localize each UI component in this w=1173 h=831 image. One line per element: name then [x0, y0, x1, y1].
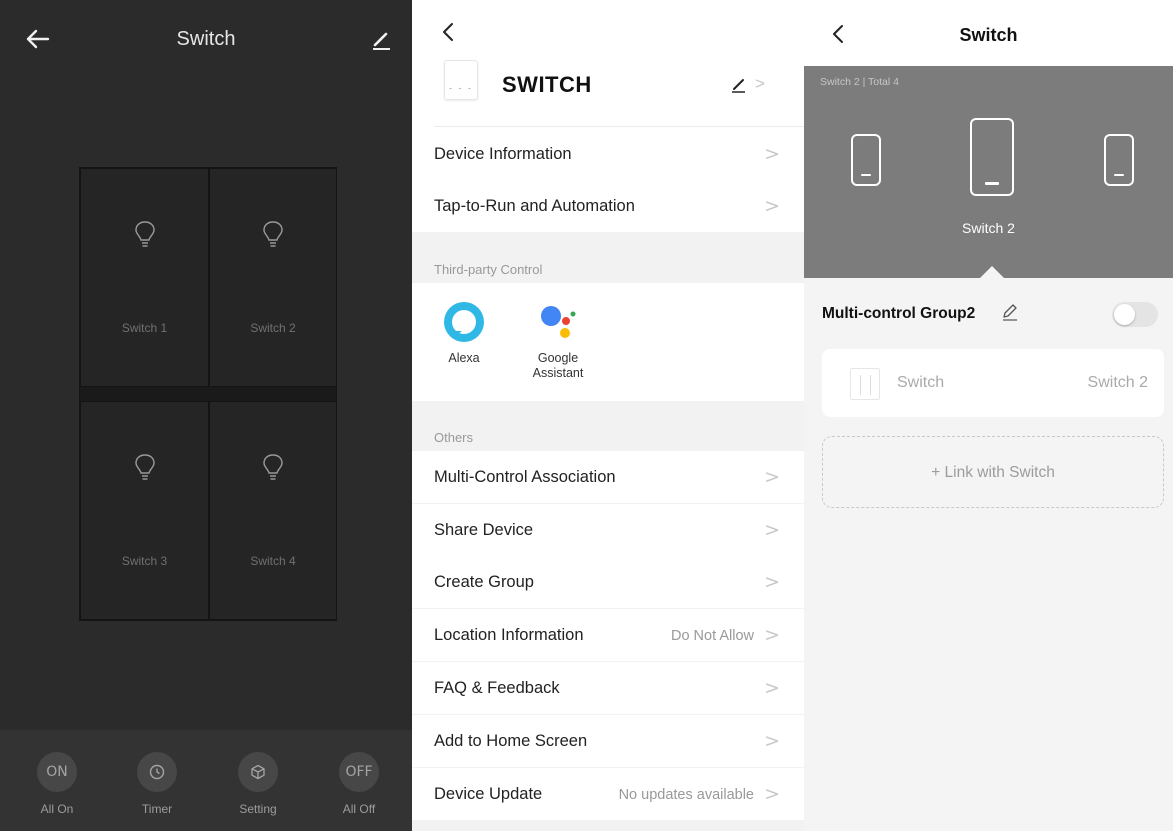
- switch-tile-1[interactable]: Switch 1: [80, 168, 209, 387]
- switch-grid: Switch 1 Switch 2 Switch 3 Switch 4: [79, 167, 337, 621]
- chevron-right-icon: >: [764, 143, 780, 165]
- section-header-third-party: Third-party Control: [434, 262, 543, 277]
- row-label: Multi-Control Association: [434, 468, 616, 486]
- switch-count: Switch 2 | Total 4: [820, 76, 899, 88]
- row-location-information[interactable]: Location Information Do Not Allow >: [412, 609, 804, 661]
- bulb-icon: [263, 221, 283, 247]
- google-label: Google: [537, 351, 579, 365]
- row-label: Share Device: [434, 521, 534, 539]
- row-label: Tap-to-Run and Automation: [434, 197, 635, 215]
- cube-icon: [238, 752, 278, 792]
- switch-label: Switch 3: [121, 554, 168, 568]
- header: Switch: [804, 0, 1173, 66]
- row-add-to-home[interactable]: Add to Home Screen >: [412, 715, 804, 767]
- switch-option-1[interactable]: [851, 134, 881, 186]
- switch-label: Switch 1: [121, 321, 168, 335]
- device-header: - - - SWITCH >: [412, 0, 804, 130]
- row-tap-to-run[interactable]: Tap-to-Run and Automation >: [412, 180, 804, 232]
- on-icon: ON: [37, 752, 77, 792]
- switch-control-screen: Switch Switch 1 Switch 2 Switch 3 Switch…: [0, 0, 412, 831]
- action-label: Timer: [141, 802, 173, 816]
- row-share-device[interactable]: Share Device >: [412, 504, 804, 556]
- pencil-outline-icon[interactable]: [1000, 302, 1020, 322]
- linked-channel: Switch 2: [1087, 374, 1148, 391]
- device-settings-screen: - - - SWITCH > Device Information > Tap-…: [412, 0, 804, 831]
- chevron-right-icon: >: [764, 195, 780, 217]
- switch-tile-3[interactable]: Switch 3: [80, 401, 209, 620]
- bulb-icon: [263, 454, 283, 480]
- link-button-label: + Link with Switch: [931, 464, 1055, 481]
- action-label: All Off: [342, 802, 376, 816]
- group-name: Multi-control Group2: [822, 305, 976, 322]
- switch-tile-2[interactable]: Switch 2: [209, 168, 337, 387]
- bulb-icon: [134, 221, 155, 247]
- row-device-information[interactable]: Device Information >: [412, 128, 804, 180]
- switch-option-2-selected[interactable]: [970, 118, 1014, 196]
- action-label: Setting: [239, 802, 277, 816]
- alexa-label: Alexa: [448, 351, 480, 365]
- section-header-others: Others: [434, 430, 474, 445]
- setting-button[interactable]: Setting: [218, 752, 298, 816]
- header: Switch: [0, 0, 412, 80]
- chevron-right-icon: >: [764, 624, 780, 646]
- row-label: Location Information: [434, 626, 584, 644]
- page-title: Switch: [176, 28, 236, 50]
- switch-option-3[interactable]: [1104, 134, 1134, 186]
- off-icon: OFF: [339, 752, 379, 792]
- row-device-update[interactable]: Device Update No updates available >: [412, 768, 804, 820]
- switch-tile-4[interactable]: Switch 4: [209, 401, 337, 620]
- action-label: All On: [40, 802, 74, 816]
- linked-device-card[interactable]: Switch Switch 2: [822, 349, 1164, 417]
- google-assistant-icon: [541, 306, 576, 338]
- chevron-right-icon: >: [764, 466, 780, 488]
- alexa-icon: [444, 302, 484, 342]
- row-label: Device Update: [434, 785, 543, 803]
- group-toggle[interactable]: [1112, 302, 1158, 327]
- switch-selector-banner: Switch 2 | Total 4 Switch 2: [804, 66, 1173, 278]
- clock-icon: [137, 752, 177, 792]
- selection-caret: [980, 266, 1004, 278]
- chevron-right-icon[interactable]: >: [755, 74, 765, 94]
- chevron-right-icon: >: [764, 730, 780, 752]
- switch-label: Switch 2: [250, 321, 296, 335]
- device-thumbnail: - - -: [444, 60, 478, 100]
- device-name: SWITCH: [502, 72, 592, 97]
- assistant-label: Assistant: [532, 366, 584, 380]
- pencil-icon[interactable]: [366, 24, 396, 54]
- all-on-button[interactable]: ON All On: [17, 752, 97, 816]
- chevron-right-icon: >: [764, 783, 780, 805]
- bottom-action-bar: ON All On Timer Setting OFF All Off: [0, 730, 412, 831]
- row-faq-feedback[interactable]: FAQ & Feedback >: [412, 662, 804, 714]
- google-assistant-button[interactable]: Google Assistant: [526, 301, 590, 381]
- row-value: Do Not Allow: [670, 628, 754, 644]
- row-value: No updates available: [618, 787, 754, 803]
- row-multi-control[interactable]: Multi-Control Association >: [412, 451, 804, 503]
- toggle-knob: [1114, 304, 1135, 325]
- chevron-right-icon: >: [764, 571, 780, 593]
- link-with-switch-button[interactable]: + Link with Switch: [822, 436, 1164, 508]
- row-label: Create Group: [434, 573, 534, 591]
- pencil-icon[interactable]: [730, 76, 748, 94]
- chevron-right-icon: >: [764, 519, 780, 541]
- chevron-left-icon[interactable]: [438, 18, 458, 46]
- divider: [434, 126, 804, 127]
- timer-button[interactable]: Timer: [117, 752, 197, 816]
- bulb-icon: [134, 454, 155, 480]
- device-thumbnail: [850, 368, 880, 400]
- row-create-group[interactable]: Create Group >: [412, 556, 804, 608]
- multi-control-screen: Switch Switch 2 | Total 4 Switch 2 Multi…: [804, 0, 1173, 831]
- all-off-button[interactable]: OFF All Off: [319, 752, 399, 816]
- selected-switch-label: Switch 2: [962, 220, 1015, 236]
- page-title: Switch: [959, 25, 1018, 45]
- row-label: Device Information: [434, 145, 572, 163]
- third-party-section: Alexa Google Assistant: [412, 283, 804, 401]
- chevron-right-icon: >: [764, 677, 780, 699]
- switch-label: Switch 4: [250, 554, 296, 568]
- alexa-button[interactable]: Alexa: [436, 301, 492, 366]
- row-label: Add to Home Screen: [434, 732, 588, 750]
- row-label: FAQ & Feedback: [434, 679, 560, 697]
- linked-device-name: Switch: [897, 374, 945, 391]
